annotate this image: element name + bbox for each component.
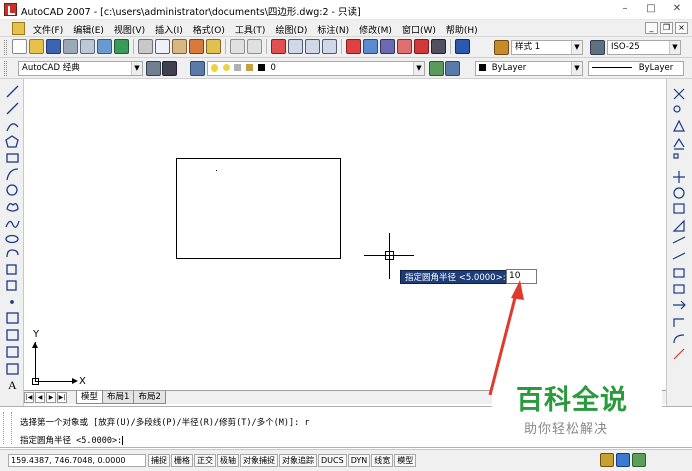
arrow-shaft — [488, 289, 519, 396]
arrow-head-icon — [511, 280, 524, 300]
annotation-arrow — [488, 280, 524, 396]
